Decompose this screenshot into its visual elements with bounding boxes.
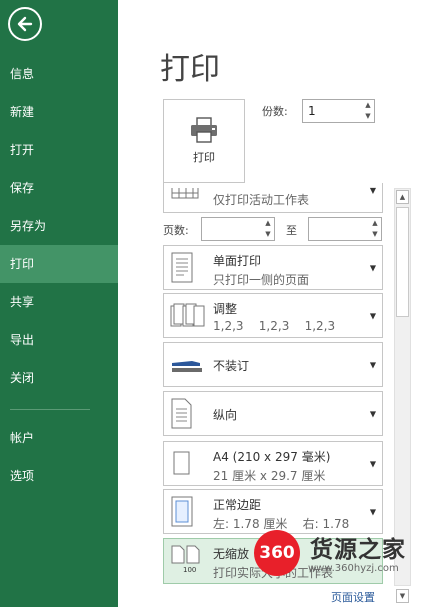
- scaling-title: 无缩放: [213, 547, 250, 561]
- pages-from-input[interactable]: ▲ ▼: [201, 217, 275, 241]
- nav-item-info[interactable]: 信息: [0, 55, 118, 93]
- scroll-thumb[interactable]: [396, 207, 409, 317]
- copies-stepper[interactable]: 1 ▲ ▼: [302, 99, 375, 123]
- watermark-badge: 360: [254, 530, 300, 576]
- copies-decrement[interactable]: ▼: [362, 111, 374, 122]
- pages-from-increment[interactable]: ▲: [262, 218, 274, 229]
- pages-to-decrement[interactable]: ▼: [369, 229, 381, 240]
- printer-icon: [191, 117, 217, 143]
- print-sides-dropdown[interactable]: 单面打印 只打印一侧的页面 ▼: [163, 245, 383, 290]
- chevron-down-icon: ▼: [369, 459, 376, 468]
- settings-scrollbar[interactable]: ▲: [394, 188, 411, 586]
- portrait-icon: [171, 398, 192, 428]
- chevron-down-icon: ▼: [369, 360, 376, 369]
- pages-range: 页数: ▲ ▼ 至 ▲ ▼: [163, 217, 385, 241]
- chevron-down-icon: ▼: [369, 186, 376, 195]
- stapler-icon: [172, 360, 202, 372]
- margins-dropdown[interactable]: 正常边距 左: 1.78 厘米 右: 1.78 ▼: [163, 489, 383, 534]
- nav-item-close[interactable]: 关闭: [0, 359, 118, 397]
- chevron-down-icon: ▼: [369, 409, 376, 418]
- nav-item-save[interactable]: 保存: [0, 169, 118, 207]
- nav-item-options[interactable]: 选项: [0, 457, 118, 495]
- nav-item-share[interactable]: 共享: [0, 283, 118, 321]
- scaling-icon-text: 100: [183, 566, 197, 574]
- pages-from-decrement[interactable]: ▼: [262, 229, 274, 240]
- single-page-icon: [171, 252, 193, 282]
- print-button[interactable]: 打印: [163, 99, 245, 183]
- backstage-sidebar: 信息 新建 打开 保存 另存为 打印 共享 导出 关闭 帐户 选项: [0, 0, 118, 607]
- paper-size-subtitle: 21 厘米 x 29.7 厘米: [213, 469, 326, 483]
- copies-increment[interactable]: ▲: [362, 100, 374, 111]
- nav-item-open[interactable]: 打开: [0, 131, 118, 169]
- back-arrow-icon: [17, 16, 33, 32]
- chevron-down-icon: ▼: [369, 311, 376, 320]
- nav-item-account[interactable]: 帐户: [0, 419, 118, 457]
- back-button[interactable]: [8, 7, 42, 41]
- pages-to-input[interactable]: ▲ ▼: [308, 217, 382, 241]
- pages-to-increment[interactable]: ▲: [369, 218, 381, 229]
- scroll-up-button[interactable]: ▲: [396, 190, 409, 204]
- chevron-down-icon: ▼: [369, 507, 376, 516]
- paper-size-dropdown[interactable]: A4 (210 x 297 毫米) 21 厘米 x 29.7 厘米 ▼: [163, 441, 383, 486]
- nav-item-save-as[interactable]: 另存为: [0, 207, 118, 245]
- print-sides-title: 单面打印: [213, 254, 262, 268]
- collate-icon: [170, 303, 205, 326]
- collate-title: 调整: [213, 302, 238, 316]
- page-title: 打印: [160, 52, 220, 87]
- paper-size-title: A4 (210 x 297 毫米): [213, 450, 331, 464]
- staple-dropdown[interactable]: 不装订 ▼: [163, 342, 383, 387]
- orientation-dropdown[interactable]: 纵向 ▼: [163, 391, 383, 436]
- print-sides-subtitle: 只打印一侧的页面: [213, 273, 310, 287]
- print-scope-text: 仅打印活动工作表: [213, 193, 310, 207]
- margins-title: 正常边距: [213, 498, 262, 512]
- nav-item-print[interactable]: 打印: [0, 245, 118, 283]
- page-setup-link[interactable]: 页面设置: [331, 589, 375, 605]
- collate-subtitle: 1,2,3 1,2,3 1,2,3: [213, 319, 336, 333]
- nav-divider: [10, 409, 90, 410]
- chevron-down-icon: ▼: [369, 263, 376, 272]
- print-scope-dropdown[interactable]: 仅打印活动工作表 ▼: [163, 183, 383, 213]
- watermark-name: 货源之家: [310, 537, 406, 563]
- collate-dropdown[interactable]: 调整 1,2,3 1,2,3 1,2,3 ▼: [163, 293, 383, 338]
- pages-label: 页数:: [163, 224, 189, 237]
- page-setup-dropdown[interactable]: ▼: [396, 589, 409, 603]
- scaling-icon: 100: [170, 545, 204, 577]
- staple-title: 不装订: [213, 359, 250, 373]
- copies-value: 1: [308, 104, 316, 118]
- sheet-icon: [171, 188, 199, 199]
- nav-item-export[interactable]: 导出: [0, 321, 118, 359]
- margins-icon: [171, 496, 193, 526]
- orientation-title: 纵向: [213, 408, 238, 422]
- print-settings-panel: 仅打印活动工作表 ▼ 页数: ▲ ▼ 至 ▲ ▼ 单面打印 只打印一侧的页面 ▼: [160, 183, 390, 586]
- pages-to-label: 至: [286, 224, 297, 237]
- copies-label: 份数:: [262, 105, 288, 118]
- watermark: 360 货源之家 www.360hyzj.com: [254, 530, 432, 580]
- paper-icon: [173, 451, 190, 474]
- nav-item-new[interactable]: 新建: [0, 93, 118, 131]
- print-button-label: 打印: [193, 151, 215, 164]
- watermark-url: www.360hyzj.com: [308, 563, 399, 574]
